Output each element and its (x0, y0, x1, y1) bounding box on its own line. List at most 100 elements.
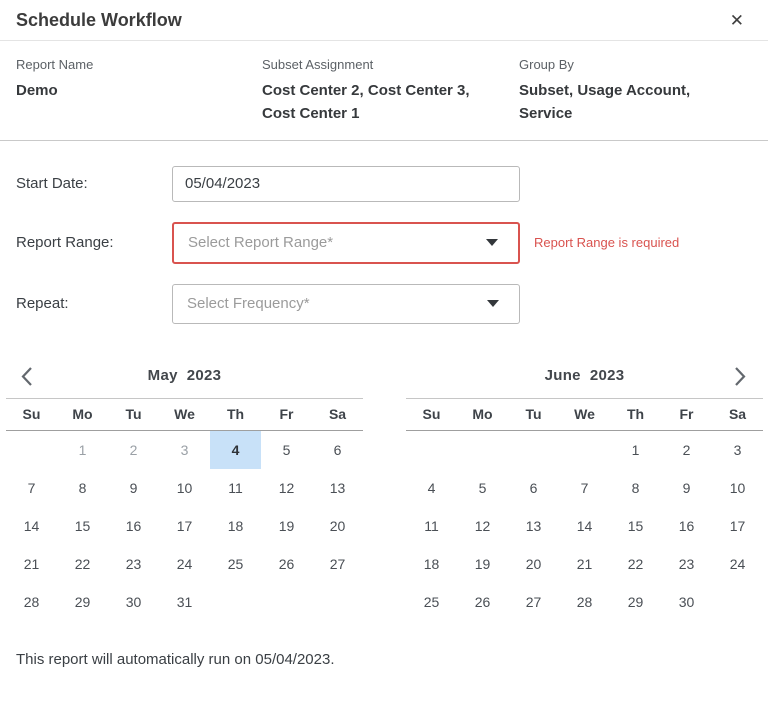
calendar-day[interactable]: 1 (610, 431, 661, 469)
calendar-day[interactable]: 28 (6, 583, 57, 621)
calendar-day[interactable]: 6 (508, 469, 559, 507)
dialog-header: Schedule Workflow ✕ (0, 0, 768, 41)
calendar-day[interactable]: 20 (312, 507, 363, 545)
calendar-day[interactable]: 2 (661, 431, 712, 469)
report-range-select[interactable]: Select Report Range* (172, 222, 520, 264)
calendar-day[interactable]: 19 (457, 545, 508, 583)
info-value: Cost Center 2, Cost Center 3, Cost Cente… (262, 79, 519, 126)
calendar-day[interactable]: 14 (6, 507, 57, 545)
calendar-day[interactable]: 8 (57, 469, 108, 507)
calendar-day[interactable]: 25 (406, 583, 457, 621)
empty-day-cell (210, 583, 261, 621)
calendar-day[interactable]: 27 (508, 583, 559, 621)
calendar-day[interactable]: 20 (508, 545, 559, 583)
calendar-day[interactable]: 10 (159, 469, 210, 507)
calendar-day[interactable]: 27 (312, 545, 363, 583)
calendar-day[interactable]: 26 (457, 583, 508, 621)
report-range-label: Report Range: (16, 234, 172, 251)
calendar-may: May2023SuMoTuWeThFrSa1234567891011121314… (6, 360, 363, 621)
weekday-label: Su (406, 399, 457, 430)
info-value: Subset, Usage Account, Service (519, 79, 752, 126)
info-subset-assignment: Subset Assignment Cost Center 2, Cost Ce… (262, 57, 519, 126)
calendar-day[interactable]: 23 (108, 545, 159, 583)
calendar-day[interactable]: 29 (57, 583, 108, 621)
calendar-day[interactable]: 7 (559, 469, 610, 507)
calendar-day[interactable]: 2 (108, 431, 159, 469)
calendar-day[interactable]: 5 (457, 469, 508, 507)
calendar-day[interactable]: 4 (210, 431, 261, 469)
chevron-down-icon (486, 239, 498, 246)
calendar-day[interactable]: 4 (406, 469, 457, 507)
calendar-day[interactable]: 11 (406, 507, 457, 545)
calendar-day[interactable]: 15 (610, 507, 661, 545)
calendar-day[interactable]: 9 (661, 469, 712, 507)
calendar-day[interactable]: 24 (712, 545, 763, 583)
empty-day-cell (559, 431, 610, 469)
report-range-error: Report Range is required (534, 235, 679, 250)
calendar-day[interactable]: 12 (457, 507, 508, 545)
repeat-row: Repeat: Select Frequency* (16, 284, 752, 324)
calendar-day[interactable]: 6 (312, 431, 363, 469)
calendar-day[interactable]: 18 (406, 545, 457, 583)
next-month-button[interactable] (728, 362, 751, 394)
day-grid: 1234567891011121314151617181920212223242… (406, 431, 763, 621)
calendar-day[interactable]: 30 (661, 583, 712, 621)
date-range-calendars: May2023SuMoTuWeThFrSa1234567891011121314… (0, 324, 768, 621)
calendar-day[interactable]: 3 (712, 431, 763, 469)
calendar-day[interactable]: 18 (210, 507, 261, 545)
calendar-day[interactable]: 1 (57, 431, 108, 469)
calendar-day[interactable]: 9 (108, 469, 159, 507)
calendar-day[interactable]: 25 (210, 545, 261, 583)
calendar-day[interactable]: 30 (108, 583, 159, 621)
calendar-day[interactable]: 23 (661, 545, 712, 583)
weekday-label: Fr (661, 399, 712, 430)
calendar-day[interactable]: 17 (712, 507, 763, 545)
previous-month-button[interactable] (16, 362, 39, 394)
weekday-label: Th (210, 399, 261, 430)
weekday-label: We (559, 399, 610, 430)
calendar-day[interactable]: 22 (57, 545, 108, 583)
info-label: Subset Assignment (262, 57, 519, 72)
empty-day-cell (406, 431, 457, 469)
calendar-day[interactable]: 11 (210, 469, 261, 507)
page-title: Schedule Workflow (16, 10, 182, 31)
weekday-header-row: SuMoTuWeThFrSa (6, 398, 363, 431)
calendar-day[interactable]: 26 (261, 545, 312, 583)
calendar-day[interactable]: 16 (108, 507, 159, 545)
calendar-day[interactable]: 3 (159, 431, 210, 469)
calendar-day[interactable]: 8 (610, 469, 661, 507)
info-label: Group By (519, 57, 752, 72)
calendar-day[interactable]: 14 (559, 507, 610, 545)
calendar-day[interactable]: 28 (559, 583, 610, 621)
repeat-select[interactable]: Select Frequency* (172, 284, 520, 324)
calendar-day[interactable]: 13 (508, 507, 559, 545)
calendar-day[interactable]: 19 (261, 507, 312, 545)
start-date-input[interactable] (172, 166, 520, 202)
calendar-day[interactable]: 12 (261, 469, 312, 507)
close-icon[interactable]: ✕ (722, 10, 752, 31)
weekday-label: Mo (57, 399, 108, 430)
calendar-day[interactable]: 17 (159, 507, 210, 545)
calendar-day[interactable]: 22 (610, 545, 661, 583)
calendar-day[interactable]: 31 (159, 583, 210, 621)
calendar-day[interactable]: 21 (6, 545, 57, 583)
calendar-title: June2023 (406, 367, 763, 384)
calendar-day[interactable]: 5 (261, 431, 312, 469)
calendar-june: June2023SuMoTuWeThFrSa123456789101112131… (406, 360, 763, 621)
calendar-day[interactable]: 29 (610, 583, 661, 621)
calendar-day[interactable]: 21 (559, 545, 610, 583)
weekday-label: Fr (261, 399, 312, 430)
calendar-day[interactable]: 15 (57, 507, 108, 545)
weekday-label: Th (610, 399, 661, 430)
calendar-day[interactable]: 7 (6, 469, 57, 507)
calendar-day[interactable]: 10 (712, 469, 763, 507)
calendar-day[interactable]: 16 (661, 507, 712, 545)
schedule-form: Start Date: Report Range: Select Report … (0, 141, 768, 324)
calendar-day[interactable]: 24 (159, 545, 210, 583)
calendar-day[interactable]: 13 (312, 469, 363, 507)
auto-run-note: This report will automatically run on 05… (0, 621, 768, 668)
empty-day-cell (712, 583, 763, 621)
weekday-header-row: SuMoTuWeThFrSa (406, 398, 763, 431)
empty-day-cell (261, 583, 312, 621)
start-date-label: Start Date: (16, 175, 172, 192)
